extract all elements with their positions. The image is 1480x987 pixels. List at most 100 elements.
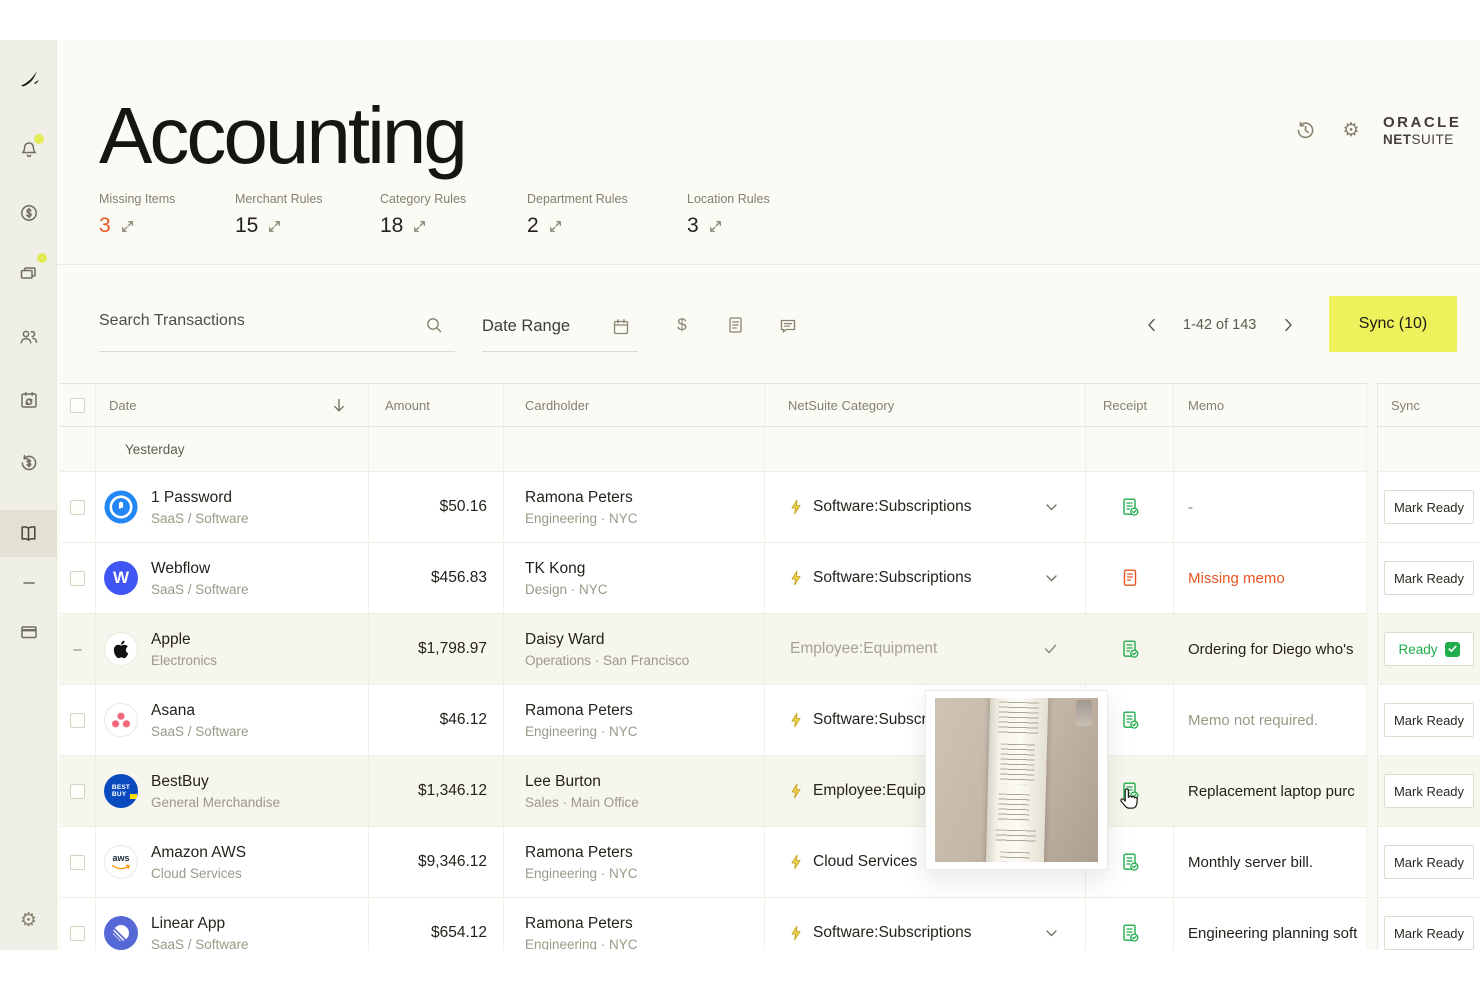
merchant-name: Linear App <box>151 915 249 933</box>
date-group-row: Yesterday <box>60 427 1367 472</box>
mark-ready-button[interactable]: Mark Ready <box>1384 703 1474 737</box>
ready-button[interactable]: Ready <box>1384 632 1474 666</box>
chevron-down-icon <box>1046 575 1057 582</box>
page-title: Accounting <box>99 88 465 184</box>
row-checkbox[interactable] <box>70 713 85 728</box>
app-logo[interactable] <box>0 57 57 101</box>
column-header-amount: Amount <box>369 384 504 426</box>
comment-icon <box>779 317 797 334</box>
bestbuy-tag <box>130 794 137 799</box>
merchant-category: SaaS / Software <box>151 724 249 739</box>
memo: Engineering planning soft <box>1174 898 1367 950</box>
row-checkbox[interactable] <box>70 500 85 515</box>
aws-smile <box>111 864 131 871</box>
cardholder-name: Ramona Peters <box>525 702 638 720</box>
column-header-receipt: Receipt <box>1086 384 1174 426</box>
merchant-category: General Merchandise <box>151 795 280 810</box>
dash-icon <box>22 581 36 585</box>
merchant-category: SaaS / Software <box>151 937 249 951</box>
sidebar-item-accounting[interactable] <box>0 510 57 557</box>
row-checkbox[interactable] <box>70 926 85 941</box>
credit-card-icon <box>19 622 39 642</box>
calendar-sync-icon <box>19 390 39 410</box>
expand-icon[interactable] <box>121 220 134 233</box>
memo-filter-button[interactable] <box>771 308 805 342</box>
receipt-preview-button[interactable] <box>1086 898 1174 950</box>
next-page-button[interactable] <box>1278 315 1298 335</box>
sidebar-item-notifications[interactable] <box>0 128 57 172</box>
cardholder-name: Lee Burton <box>525 773 639 791</box>
date-range-filter[interactable]: Date Range <box>482 302 638 352</box>
book-open-icon <box>18 524 39 543</box>
row-checkbox[interactable] <box>70 855 85 870</box>
sidebar-item-settings[interactable]: ⚙ <box>0 898 57 942</box>
cards-badge <box>37 253 47 263</box>
memo: Ordering for Diego who's <box>1174 614 1367 684</box>
receipt-missing-icon <box>1121 568 1139 588</box>
category-dropdown[interactable]: Software:Subscriptions <box>765 898 1086 950</box>
pagination-range: 1-42 of 143 <box>1183 317 1256 333</box>
receipt-missing-button[interactable] <box>1086 543 1174 613</box>
receipt-preview-button[interactable] <box>1086 472 1174 542</box>
row-checkbox[interactable] <box>70 571 85 586</box>
expand-icon[interactable] <box>268 220 281 233</box>
receipt-filter-button[interactable] <box>718 308 752 342</box>
ready-checkbox[interactable] <box>1445 642 1460 657</box>
amount: $456.83 <box>369 543 504 613</box>
expand-icon[interactable] <box>549 220 562 233</box>
merchant-name: 1 Password <box>151 489 249 507</box>
cardholder-name: TK Kong <box>525 560 608 578</box>
expand-icon[interactable] <box>413 220 426 233</box>
memo: - <box>1174 472 1367 542</box>
cardholder-dept: Operations · San Francisco <box>525 653 689 668</box>
mark-ready-button[interactable]: Mark Ready <box>1384 561 1474 595</box>
prev-page-button[interactable] <box>1141 315 1161 335</box>
merchant-category: SaaS / Software <box>151 582 249 597</box>
row-checkbox[interactable] <box>70 784 85 799</box>
sidebar-item-people[interactable] <box>0 315 57 359</box>
mark-ready-button[interactable]: Mark Ready <box>1384 774 1474 808</box>
receipt-preview-popup <box>925 690 1108 870</box>
settings-button[interactable]: ⚙ <box>1339 118 1363 142</box>
cardholder-name: Ramona Peters <box>525 844 638 862</box>
auto-rule-bolt-icon <box>790 712 802 728</box>
select-all-checkbox[interactable] <box>70 398 85 413</box>
category-dropdown[interactable]: Software:Subscriptions <box>765 472 1086 542</box>
row-dash-indicator[interactable]: – <box>73 641 81 658</box>
main-content: Accounting ⚙ ORACLE NETSUITE Missing Ite… <box>57 40 1480 950</box>
mark-ready-button[interactable]: Mark Ready <box>1384 845 1474 879</box>
expand-icon[interactable] <box>709 220 722 233</box>
category-confirmed: Employee:Equipment <box>765 614 1086 684</box>
table-row: 1 PasswordSaaS / Software $50.16 Ramona … <box>60 472 1367 543</box>
history-button[interactable] <box>1293 118 1317 142</box>
receipt-preview-button[interactable] <box>1086 614 1174 684</box>
sidebar-item-billing[interactable] <box>0 191 57 235</box>
merchant-name: BestBuy <box>151 773 280 791</box>
dollar-circle-icon <box>19 203 39 223</box>
amount-filter-button[interactable]: $ <box>665 308 699 342</box>
sidebar-item-calendar-sync[interactable] <box>0 378 57 422</box>
mark-ready-button[interactable]: Mark Ready <box>1384 490 1474 524</box>
merchant-logo-aws: aws <box>104 845 138 879</box>
column-header-category: NetSuite Category <box>765 384 1086 426</box>
merchant-name: Apple <box>151 631 217 649</box>
amount: $9,346.12 <box>369 827 504 897</box>
sidebar-item-collapsed[interactable] <box>0 561 57 605</box>
app-window: ⚙ Accounting ⚙ ORACLE NETSUITE Missing I… <box>0 0 1480 987</box>
mark-ready-button[interactable]: Mark Ready <box>1384 916 1474 950</box>
search-input[interactable] <box>99 302 455 340</box>
stat-merchant-rules: Merchant Rules 15 <box>235 192 323 238</box>
sync-button[interactable]: Sync (10) <box>1329 296 1457 352</box>
column-header-date[interactable]: Date <box>96 384 369 426</box>
sort-desc-icon[interactable] <box>332 398 346 413</box>
column-header-sync: Sync <box>1377 383 1480 427</box>
sidebar-item-cards[interactable] <box>0 251 57 295</box>
sidebar-item-credit-card[interactable] <box>0 610 57 654</box>
sidebar-item-refunds[interactable] <box>0 441 57 485</box>
category-dropdown[interactable]: Software:Subscriptions <box>765 543 1086 613</box>
stat-value: 2 <box>527 214 539 238</box>
receipt-ok-icon <box>1120 923 1140 943</box>
table-row: Linear AppSaaS / Software $654.12 Ramona… <box>60 898 1367 950</box>
cursor-pointer <box>1117 788 1139 817</box>
oracle-netsuite-logo: ORACLE NETSUITE <box>1383 114 1473 147</box>
